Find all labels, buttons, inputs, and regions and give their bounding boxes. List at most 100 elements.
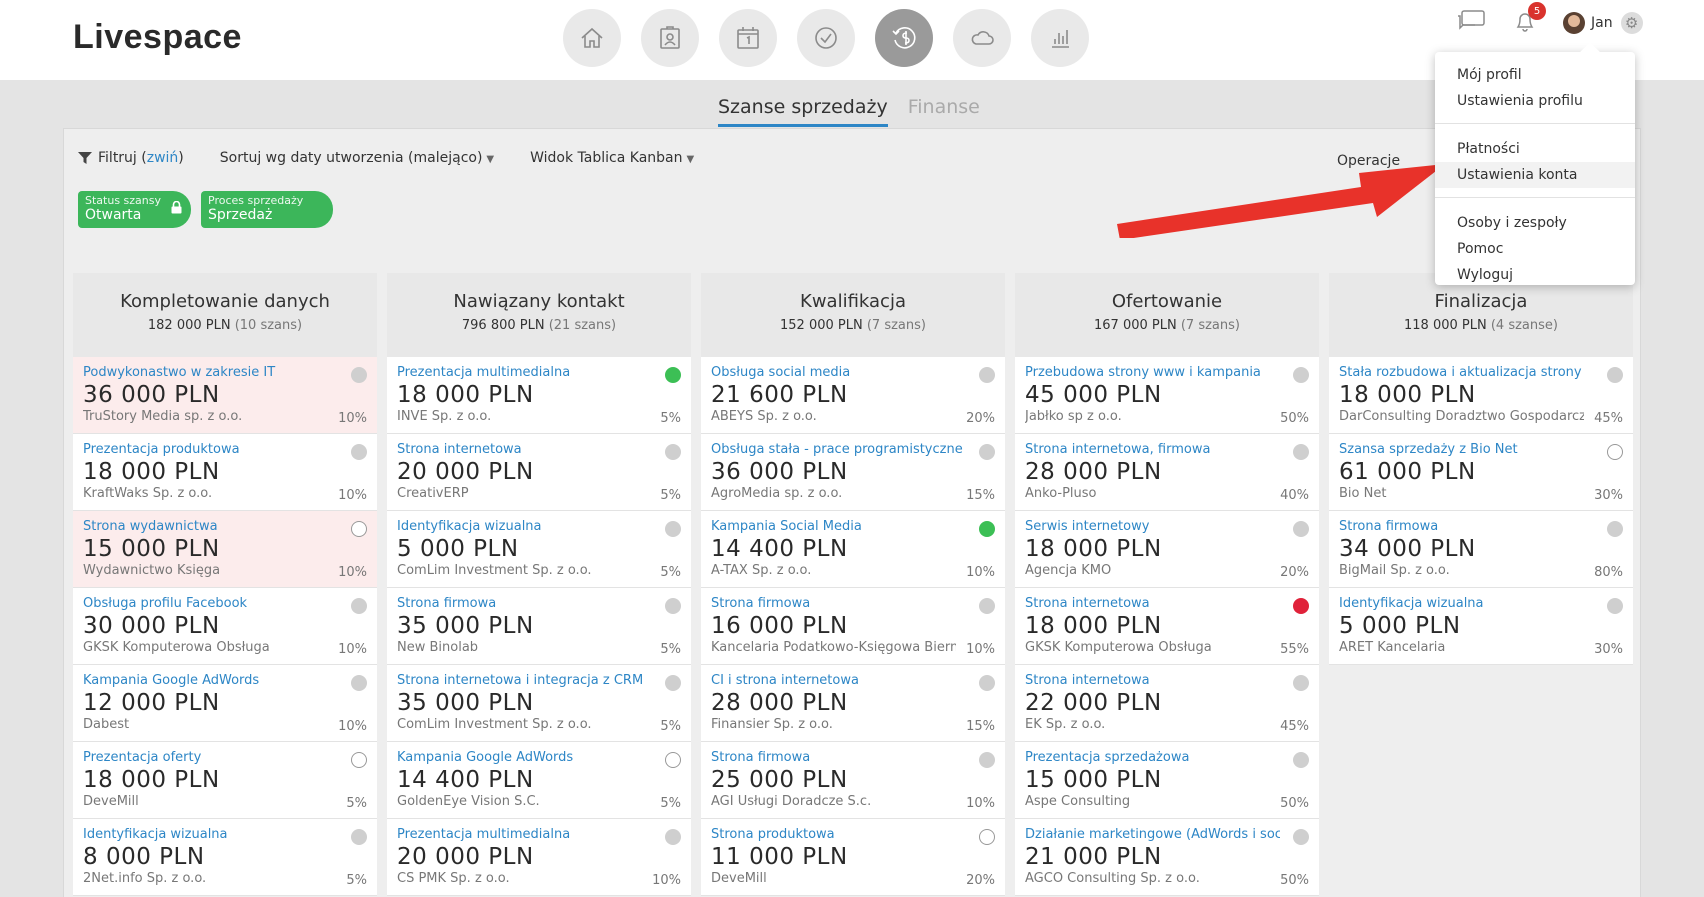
status-dot-icon[interactable] — [979, 598, 995, 614]
status-dot-icon[interactable] — [1293, 367, 1309, 383]
deal-card[interactable]: Kampania Google AdWords 12 000 PLN Dabest 1… — [73, 665, 377, 742]
deal-card[interactable]: Strona firmowa 25 000 PLN AGI Usługi Dorad… — [701, 742, 1005, 819]
deal-card[interactable]: Strona produktowa 11 000 PLN DeveMill 20% — [701, 819, 1005, 896]
deal-name[interactable]: Stała rozbudowa i aktualizacja strony — [1339, 365, 1594, 380]
deal-card[interactable]: Strona internetowa 22 000 PLN EK Sp. z o.o… — [1015, 665, 1319, 742]
tab-szanse[interactable]: Szanse sprzedaży — [718, 96, 888, 127]
gear-icon[interactable]: ⚙ — [1620, 12, 1643, 34]
status-dot-icon[interactable] — [1607, 598, 1623, 614]
tab-finanse[interactable]: Finanse — [908, 96, 980, 127]
deal-name[interactable]: Prezentacja sprzedażowa — [1025, 750, 1280, 765]
filter-toggle[interactable]: Filtruj (zwiń) — [98, 150, 184, 166]
notifications-button[interactable]: 5 — [1509, 2, 1546, 38]
deal-name[interactable]: Przebudowa strony www i kampania — [1025, 365, 1280, 380]
deal-name[interactable]: Obsługa stała - prace programistyczne — [711, 442, 966, 457]
status-dot-icon[interactable] — [665, 598, 681, 614]
deal-name[interactable]: Strona internetowa — [1025, 673, 1280, 688]
status-dot-icon[interactable] — [1607, 444, 1623, 460]
deal-name[interactable]: Strona internetowa i integracja z CRM — [397, 673, 652, 688]
deal-card[interactable]: Prezentacja produktowa 18 000 PLN KraftWak… — [73, 434, 377, 511]
menu-my-profile[interactable]: Mój profil — [1435, 62, 1635, 88]
status-dot-icon[interactable] — [665, 367, 681, 383]
status-dot-icon[interactable] — [979, 752, 995, 768]
user-name[interactable]: Jan — [1591, 15, 1613, 31]
deal-card[interactable]: Strona wydawnictwa 15 000 PLN Wydawnictwo … — [73, 511, 377, 588]
status-dot-icon[interactable] — [979, 829, 995, 845]
deal-card[interactable]: Prezentacja sprzedażowa 15 000 PLN Aspe Co… — [1015, 742, 1319, 819]
deal-name[interactable]: Strona internetowa — [397, 442, 652, 457]
chat-button[interactable] — [1455, 8, 1487, 38]
deal-name[interactable]: Kampania Social Media — [711, 519, 966, 534]
deal-card[interactable]: Strona internetowa i integracja z CRM 35 … — [387, 665, 691, 742]
deal-name[interactable]: Działanie marketingowe (AdWords i soc... — [1025, 827, 1280, 842]
deal-name[interactable]: Strona firmowa — [1339, 519, 1594, 534]
deal-name[interactable]: Identyfikacja wizualna — [1339, 596, 1594, 611]
deal-card[interactable]: Strona internetowa, firmowa 28 000 PLN Ank… — [1015, 434, 1319, 511]
menu-profile-settings[interactable]: Ustawienia profilu — [1435, 88, 1635, 114]
avatar[interactable] — [1563, 12, 1585, 34]
deal-card[interactable]: Stała rozbudowa i aktualizacja strony 18 … — [1329, 357, 1633, 434]
status-dot-icon[interactable] — [979, 444, 995, 460]
status-dot-icon[interactable] — [1293, 675, 1309, 691]
menu-people-teams[interactable]: Osoby i zespoły — [1435, 210, 1635, 236]
status-dot-icon[interactable] — [351, 444, 367, 460]
deal-card[interactable]: Identyfikacja wizualna 5 000 PLN ComLim In… — [387, 511, 691, 588]
deal-card[interactable]: Kampania Social Media 14 400 PLN A-TAX Sp.… — [701, 511, 1005, 588]
nav-calendar-button[interactable] — [719, 9, 777, 67]
deal-card[interactable]: Prezentacja multimedialna 18 000 PLN INVE … — [387, 357, 691, 434]
status-dot-icon[interactable] — [665, 752, 681, 768]
menu-logout[interactable]: Wyloguj — [1435, 262, 1635, 288]
status-dot-icon[interactable] — [665, 829, 681, 845]
deal-card[interactable]: Obsługa profilu Facebook 30 000 PLN GKSK K… — [73, 588, 377, 665]
status-dot-icon[interactable] — [665, 675, 681, 691]
filter-collapse-link[interactable]: zwiń — [147, 150, 179, 166]
status-dot-icon[interactable] — [1293, 444, 1309, 460]
status-dot-icon[interactable] — [351, 752, 367, 768]
nav-contacts-button[interactable] — [641, 9, 699, 67]
menu-account-settings[interactable]: Ustawienia konta — [1435, 162, 1635, 188]
status-dot-icon[interactable] — [1607, 367, 1623, 383]
nav-home-button[interactable] — [563, 9, 621, 67]
deal-card[interactable]: Strona internetowa 18 000 PLN GKSK Kompute… — [1015, 588, 1319, 665]
nav-sales-button[interactable] — [875, 9, 933, 67]
deal-card[interactable]: Podwykonastwo w zakresie IT 36 000 PLN Tru… — [73, 357, 377, 434]
deal-card[interactable]: Strona firmowa 16 000 PLN Kancelaria Podat… — [701, 588, 1005, 665]
deal-name[interactable]: CI i strona internetowa — [711, 673, 966, 688]
view-dropdown[interactable]: Widok Tablica Kanban ▼ — [530, 150, 694, 166]
deal-card[interactable]: Kampania Google AdWords 14 400 PLN GoldenE… — [387, 742, 691, 819]
deal-name[interactable]: Strona wydawnictwa — [83, 519, 338, 534]
nav-reports-button[interactable] — [1031, 9, 1089, 67]
deal-name[interactable]: Kampania Google AdWords — [397, 750, 652, 765]
nav-tasks-button[interactable] — [797, 9, 855, 67]
status-dot-icon[interactable] — [1607, 521, 1623, 537]
status-dot-icon[interactable] — [351, 598, 367, 614]
deal-card[interactable]: CI i strona internetowa 28 000 PLN Finansi… — [701, 665, 1005, 742]
deal-card[interactable]: Prezentacja multimedialna 20 000 PLN CS PM… — [387, 819, 691, 896]
deal-card[interactable]: Identyfikacja wizualna 5 000 PLN ARET Kanc… — [1329, 588, 1633, 665]
deal-name[interactable]: Identyfikacja wizualna — [397, 519, 652, 534]
status-dot-icon[interactable] — [1293, 521, 1309, 537]
deal-card[interactable]: Strona firmowa 34 000 PLN BigMail Sp. z o.… — [1329, 511, 1633, 588]
deal-name[interactable]: Strona firmowa — [397, 596, 652, 611]
status-dot-icon[interactable] — [979, 521, 995, 537]
deal-name[interactable]: Podwykonastwo w zakresie IT — [83, 365, 338, 380]
deal-name[interactable]: Kampania Google AdWords — [83, 673, 338, 688]
status-dot-icon[interactable] — [351, 521, 367, 537]
deal-name[interactable]: Szansa sprzedaży z Bio Net — [1339, 442, 1594, 457]
status-dot-icon[interactable] — [979, 367, 995, 383]
deal-card[interactable]: Obsługa social media 21 600 PLN ABEYS Sp. … — [701, 357, 1005, 434]
deal-name[interactable]: Obsługa profilu Facebook — [83, 596, 338, 611]
deal-name[interactable]: Identyfikacja wizualna — [83, 827, 338, 842]
nav-cloud-button[interactable] — [953, 9, 1011, 67]
status-dot-icon[interactable] — [665, 444, 681, 460]
deal-name[interactable]: Obsługa social media — [711, 365, 966, 380]
deal-card[interactable]: Przebudowa strony www i kampania 45 000 P… — [1015, 357, 1319, 434]
status-dot-icon[interactable] — [979, 675, 995, 691]
deal-name[interactable]: Prezentacja produktowa — [83, 442, 338, 457]
deal-card[interactable]: Identyfikacja wizualna 8 000 PLN 2Net.info… — [73, 819, 377, 896]
status-dot-icon[interactable] — [1293, 598, 1309, 614]
deal-name[interactable]: Prezentacja multimedialna — [397, 827, 652, 842]
status-dot-icon[interactable] — [665, 521, 681, 537]
filter-chip-process[interactable]: Proces sprzedaży Sprzedaż — [201, 191, 334, 228]
status-dot-icon[interactable] — [1293, 829, 1309, 845]
